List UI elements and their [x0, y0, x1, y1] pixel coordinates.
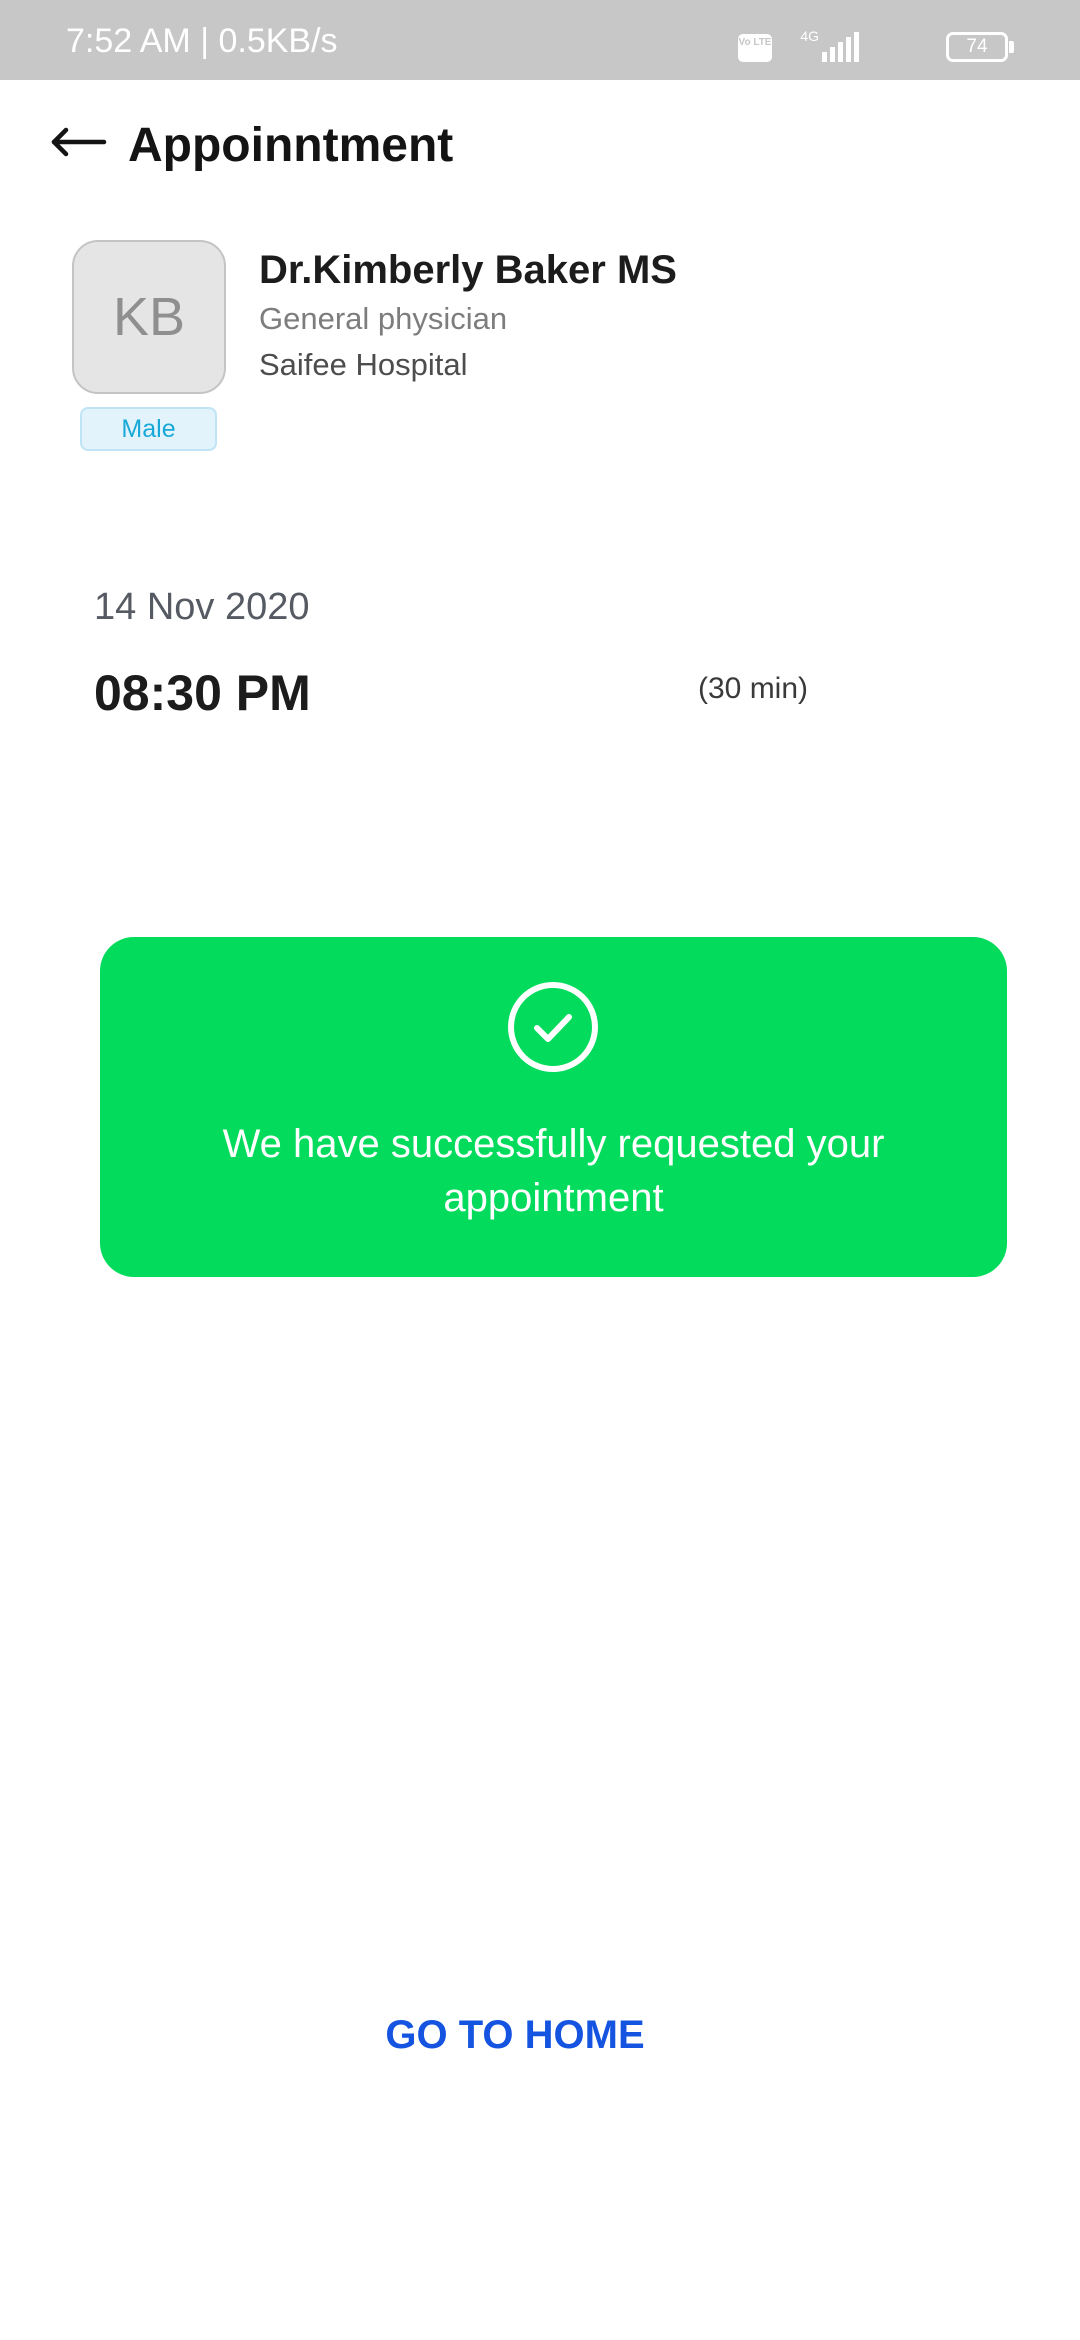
battery-icon: 74	[946, 32, 1008, 62]
back-arrow-icon[interactable]	[48, 122, 108, 162]
app-header: Appoinntment	[0, 80, 1080, 220]
volte-icon: Vo LTE	[738, 34, 772, 62]
status-time: 7:52 AM | 0.5KB/s	[66, 22, 338, 60]
go-to-home-button[interactable]: GO TO HOME	[340, 2000, 690, 2070]
avatar-initials: KB	[112, 287, 186, 347]
success-message: We have successfully requested your appo…	[222, 1122, 885, 1220]
signal-strength-icon	[822, 32, 859, 62]
doctor-specialty: General physician	[259, 301, 508, 336]
appointment-duration: (30 min)	[698, 672, 809, 705]
appointment-date: 14 Nov 2020	[94, 586, 310, 628]
doctor-name: Dr.Kimberly Baker MS	[259, 248, 677, 292]
doctor-avatar: KB	[72, 240, 226, 394]
appointment-time: 08:30 PM	[94, 665, 311, 721]
gender-badge: Male	[80, 407, 217, 451]
success-card: We have successfully requested your appo…	[100, 937, 1007, 1277]
doctor-hospital: Saifee Hospital	[259, 347, 468, 382]
status-icons: Vo LTE 4G 74	[714, 28, 1014, 62]
status-bar: 7:52 AM | 0.5KB/s Vo LTE 4G 74	[0, 0, 1080, 80]
battery-nub	[1009, 41, 1014, 53]
page-title: Appoinntment	[128, 119, 454, 172]
network-type-label: 4G	[800, 28, 819, 44]
check-circle-icon	[508, 982, 598, 1072]
